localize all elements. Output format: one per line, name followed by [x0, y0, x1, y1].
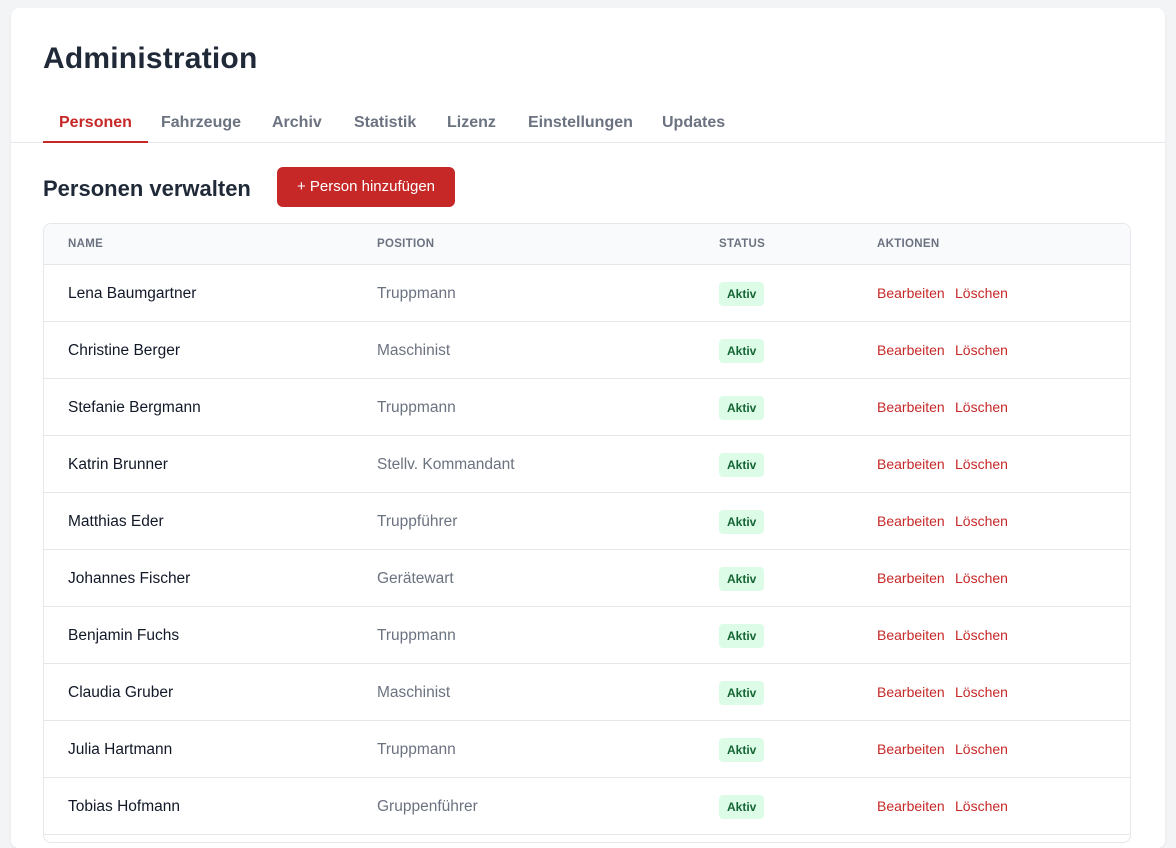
- edit-link[interactable]: Bearbeiten: [877, 627, 945, 643]
- column-header-name: NAME: [68, 238, 104, 250]
- status-badge: Aktiv: [719, 624, 765, 648]
- person-position: Truppmann: [377, 399, 456, 416]
- status-badge: Aktiv: [719, 339, 765, 363]
- person-position: Gerätewart: [377, 570, 454, 587]
- table-row: Benjamin Fuchs Truppmann Aktiv Bearbeite…: [44, 607, 1130, 664]
- table-row: Julia Hartmann Truppmann Aktiv Bearbeite…: [44, 721, 1130, 778]
- tab-fahrzeuge[interactable]: Fahrzeuge: [145, 110, 257, 143]
- edit-link[interactable]: Bearbeiten: [877, 570, 945, 586]
- person-position: Maschinist: [377, 342, 451, 359]
- tab-statistik[interactable]: Statistik: [338, 110, 432, 143]
- delete-link[interactable]: Löschen: [955, 399, 1008, 415]
- table-header: NAME POSITION STATUS AKTIONEN: [44, 224, 1130, 265]
- delete-link[interactable]: Löschen: [955, 513, 1008, 529]
- tab-lizenz[interactable]: Lizenz: [431, 110, 512, 143]
- edit-link[interactable]: Bearbeiten: [877, 456, 945, 472]
- delete-link[interactable]: Löschen: [955, 570, 1008, 586]
- person-name: Katrin Brunner: [68, 456, 168, 473]
- table-row: Lena Baumgartner Truppmann Aktiv Bearbei…: [44, 265, 1130, 322]
- delete-link[interactable]: Löschen: [955, 342, 1008, 358]
- delete-link[interactable]: Löschen: [955, 627, 1008, 643]
- status-badge: Aktiv: [719, 681, 765, 705]
- tab-einstellungen[interactable]: Einstellungen: [512, 110, 649, 143]
- column-header-actions: AKTIONEN: [877, 238, 940, 250]
- table-row: Christine Berger Maschinist Aktiv Bearbe…: [44, 322, 1130, 379]
- status-badge: Aktiv: [719, 396, 765, 420]
- person-name: Lena Baumgartner: [68, 285, 197, 302]
- edit-link[interactable]: Bearbeiten: [877, 285, 945, 301]
- person-position: Stellv. Kommandant: [377, 456, 515, 473]
- delete-link[interactable]: Löschen: [955, 456, 1008, 472]
- table-row: Matthias Eder Truppführer Aktiv Bearbeit…: [44, 493, 1130, 550]
- table-row: Johannes Fischer Gerätewart Aktiv Bearbe…: [44, 550, 1130, 607]
- edit-link[interactable]: Bearbeiten: [877, 798, 945, 814]
- admin-card: Administration Personen Fahrzeuge Archiv…: [11, 8, 1165, 848]
- section-title: Personen verwalten: [43, 176, 251, 201]
- column-header-status: STATUS: [719, 238, 766, 250]
- add-person-button[interactable]: + Person hinzufügen: [277, 167, 455, 207]
- status-badge: Aktiv: [719, 282, 765, 306]
- person-position: Truppführer: [377, 513, 458, 530]
- person-position: Maschinist: [377, 684, 451, 701]
- person-name: Christine Berger: [68, 342, 180, 359]
- person-position: Truppmann: [377, 285, 456, 302]
- edit-link[interactable]: Bearbeiten: [877, 684, 945, 700]
- person-position: Gruppenführer: [377, 798, 478, 815]
- page-title: Administration: [43, 42, 258, 75]
- person-position: Truppmann: [377, 627, 456, 644]
- delete-link[interactable]: Löschen: [955, 285, 1008, 301]
- person-position: Truppmann: [377, 741, 456, 758]
- person-name: Matthias Eder: [68, 513, 164, 530]
- table-row: Stefanie Bergmann Truppmann Aktiv Bearbe…: [44, 379, 1130, 436]
- person-name: Tobias Hofmann: [68, 798, 181, 815]
- status-badge: Aktiv: [719, 795, 765, 819]
- persons-table: NAME POSITION STATUS AKTIONEN Lena Baumg…: [43, 223, 1131, 843]
- table-row: Katrin Brunner Stellv. Kommandant Aktiv …: [44, 436, 1130, 493]
- delete-link[interactable]: Löschen: [955, 741, 1008, 757]
- status-badge: Aktiv: [719, 567, 765, 591]
- status-badge: Aktiv: [719, 510, 765, 534]
- person-name: Stefanie Bergmann: [68, 399, 201, 416]
- person-name: Julia Hartmann: [68, 741, 173, 758]
- person-name: Benjamin Fuchs: [68, 627, 180, 644]
- tab-updates[interactable]: Updates: [646, 110, 741, 143]
- edit-link[interactable]: Bearbeiten: [877, 741, 945, 757]
- column-header-position: POSITION: [377, 238, 435, 250]
- table-row: Tobias Hofmann Gruppenführer Aktiv Bearb…: [44, 778, 1130, 835]
- delete-link[interactable]: Löschen: [955, 684, 1008, 700]
- tab-bar: Personen Fahrzeuge Archiv Statistik Lize…: [11, 106, 1165, 143]
- edit-link[interactable]: Bearbeiten: [877, 399, 945, 415]
- edit-link[interactable]: Bearbeiten: [877, 513, 945, 529]
- delete-link[interactable]: Löschen: [955, 798, 1008, 814]
- status-badge: Aktiv: [719, 453, 765, 477]
- tab-archiv[interactable]: Archiv: [256, 110, 338, 143]
- status-badge: Aktiv: [719, 738, 765, 762]
- person-name: Claudia Gruber: [68, 684, 174, 701]
- edit-link[interactable]: Bearbeiten: [877, 342, 945, 358]
- table-row: Claudia Gruber Maschinist Aktiv Bearbeit…: [44, 664, 1130, 721]
- tab-personen[interactable]: Personen: [43, 110, 148, 143]
- person-name: Johannes Fischer: [68, 570, 191, 587]
